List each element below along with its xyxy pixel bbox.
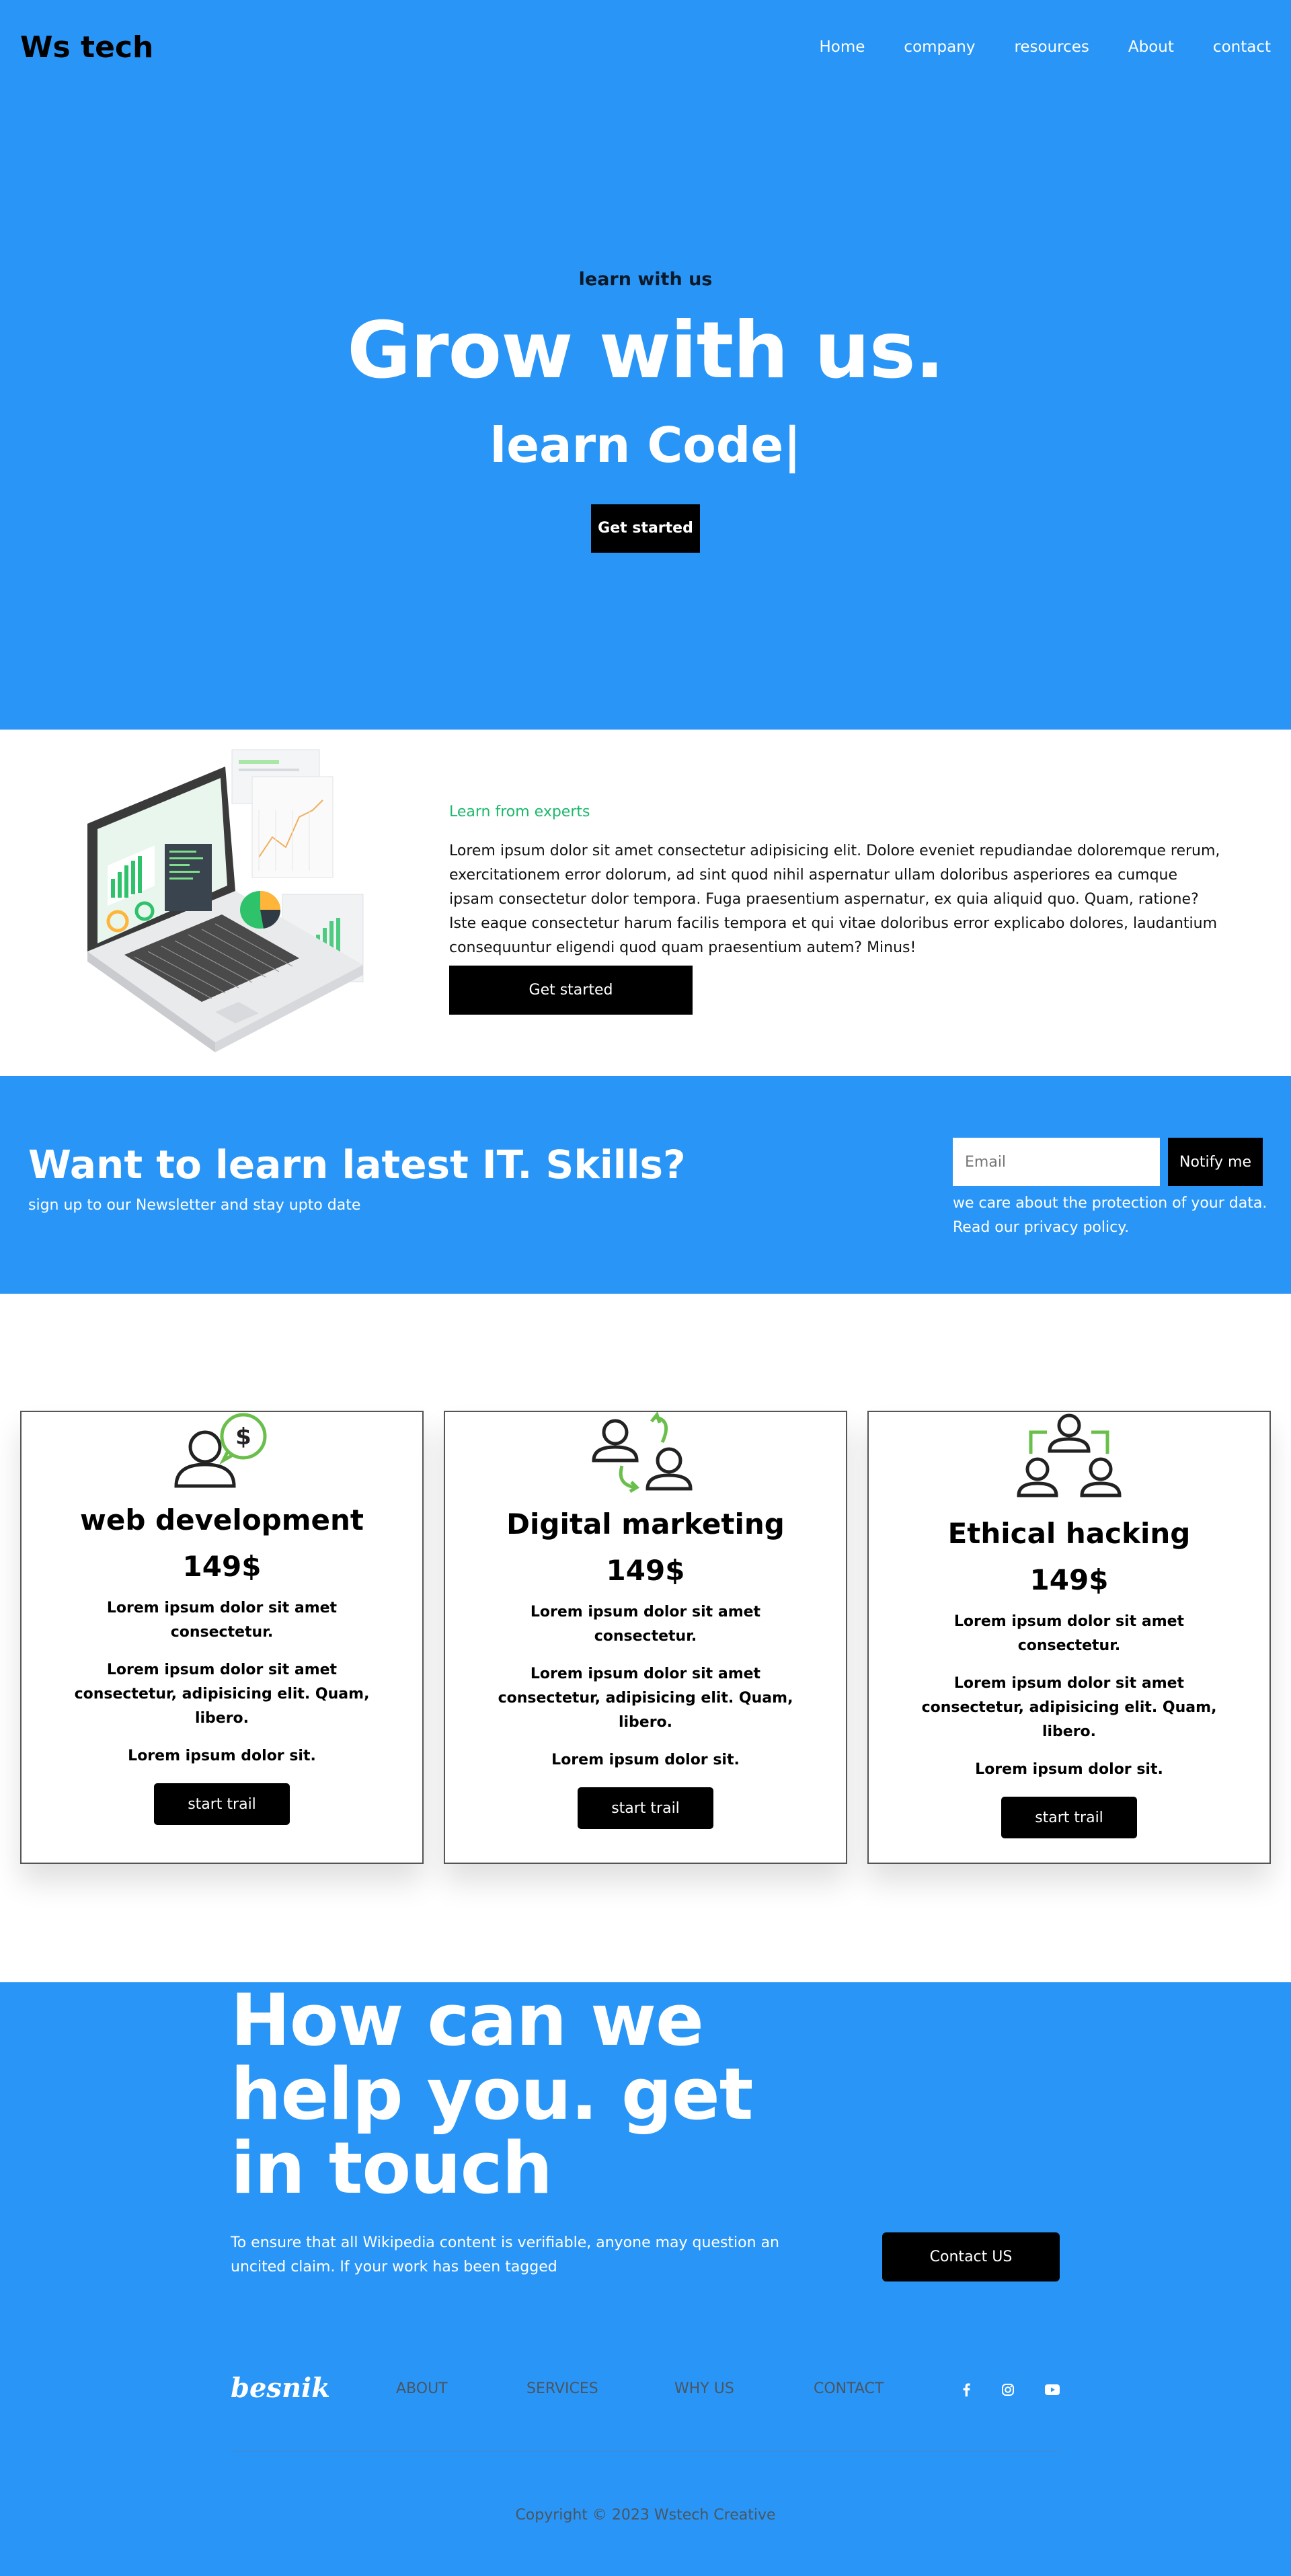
notify-me-button[interactable]: Notify me bbox=[1168, 1138, 1263, 1186]
course-price: 149$ bbox=[1029, 1563, 1109, 1596]
nav-link-contact[interactable]: contact bbox=[1213, 38, 1271, 56]
course-feature-1: Lorem ipsum dolor sit amet consectetur. bbox=[106, 1600, 338, 1641]
course-title: Digital marketing bbox=[506, 1508, 785, 1540]
privacy-note: we care about the protection of your dat… bbox=[953, 1192, 1276, 1240]
contact-text: To ensure that all Wikipedia content is … bbox=[231, 2234, 779, 2275]
course-feature-1: Lorem ipsum dolor sit amet consectetur. bbox=[530, 1604, 761, 1645]
nav-link-about[interactable]: About bbox=[1128, 38, 1174, 56]
about-section: Learn from experts Lorem ipsum dolor sit… bbox=[0, 730, 1291, 1076]
course-card-web-development: $ web development 149$ Lorem ipsum dolor… bbox=[20, 1411, 424, 1864]
laptop-dashboard-illustration bbox=[0, 730, 377, 1076]
course-feature-2: Lorem ipsum dolor sit amet consectetur, … bbox=[498, 1666, 793, 1731]
newsletter-title: Want to learn latest IT. Skills? bbox=[28, 1142, 686, 1187]
newsletter-subtitle: sign up to our Newsletter and stay upto … bbox=[28, 1197, 361, 1214]
course-card-digital-marketing: Digital marketing 149$ Lorem ipsum dolor… bbox=[444, 1411, 847, 1864]
start-trail-button[interactable]: start trail bbox=[154, 1783, 290, 1825]
top-nav: Ws tech Home company resources About con… bbox=[0, 0, 1291, 94]
course-price: 149$ bbox=[182, 1550, 262, 1583]
hero-get-started-button[interactable]: Get started bbox=[591, 504, 700, 553]
nav-links: Home company resources About contact bbox=[820, 38, 1272, 56]
copyright: Copyright © 2023 Wstech Creative bbox=[515, 2507, 776, 2524]
hero-typing-subtitle: learn Code| bbox=[490, 416, 801, 473]
course-feature-1: Lorem ipsum dolor sit amet consectetur. bbox=[953, 1613, 1185, 1654]
about-eyebrow: Learn from experts bbox=[449, 804, 590, 820]
nav-link-company[interactable]: company bbox=[904, 38, 975, 56]
hero-section: Ws tech Home company resources About con… bbox=[0, 0, 1291, 730]
about-text: Learn from experts Lorem ipsum dolor sit… bbox=[449, 804, 1222, 1015]
course-price: 149$ bbox=[606, 1554, 685, 1587]
about-body: Lorem ipsum dolor sit amet consectetur a… bbox=[449, 843, 1220, 956]
course-feature-2: Lorem ipsum dolor sit amet consectetur, … bbox=[74, 1662, 370, 1727]
course-card-ethical-hacking: Ethical hacking 149$ Lorem ipsum dolor s… bbox=[867, 1411, 1271, 1864]
newsletter-section: Want to learn latest IT. Skills? sign up… bbox=[0, 1076, 1291, 1294]
footer-link-contact[interactable]: CONTACT bbox=[814, 2380, 884, 2397]
course-feature-3: Lorem ipsum dolor sit. bbox=[551, 1752, 740, 1768]
footer-link-services[interactable]: SERVICES bbox=[526, 2380, 598, 2397]
footer-link-about[interactable]: ABOUT bbox=[396, 2380, 448, 2397]
start-trail-button[interactable]: start trail bbox=[1001, 1797, 1137, 1838]
instagram-icon[interactable] bbox=[999, 2380, 1017, 2399]
site-logo[interactable]: Ws tech bbox=[20, 30, 153, 65]
users-exchange-icon bbox=[445, 1412, 846, 1493]
contact-section: How can we help you. get in touch To ens… bbox=[0, 1982, 1291, 2576]
start-trail-button[interactable]: start trail bbox=[578, 1787, 713, 1829]
footer-link-why-us[interactable]: WHY US bbox=[674, 2380, 734, 2397]
course-feature-3: Lorem ipsum dolor sit. bbox=[975, 1761, 1163, 1778]
about-get-started-button[interactable]: Get started bbox=[449, 966, 693, 1015]
user-dollar-icon: $ bbox=[22, 1412, 422, 1489]
facebook-icon[interactable] bbox=[957, 2380, 976, 2399]
course-feature-3: Lorem ipsum dolor sit. bbox=[128, 1748, 316, 1764]
contact-title: How can we help you. get in touch bbox=[231, 1979, 753, 2210]
nav-link-home[interactable]: Home bbox=[820, 38, 865, 56]
svg-text:$: $ bbox=[235, 1423, 251, 1450]
course-title: Ethical hacking bbox=[947, 1517, 1191, 1550]
hero-title: Grow with us. bbox=[347, 305, 945, 396]
hero-eyebrow: learn with us bbox=[578, 269, 713, 290]
contact-us-button[interactable]: Contact US bbox=[882, 2232, 1060, 2281]
privacy-policy-link[interactable]: privacy policy. bbox=[1024, 1219, 1129, 1236]
course-title: web development bbox=[80, 1504, 364, 1536]
nav-link-resources[interactable]: resources bbox=[1014, 38, 1089, 56]
team-network-icon bbox=[869, 1412, 1269, 1502]
footer-logo[interactable]: besnik bbox=[231, 2372, 330, 2404]
hero-content: learn with us Grow with us. learn Code| … bbox=[0, 94, 1291, 553]
courses-section: $ web development 149$ Lorem ipsum dolor… bbox=[0, 1294, 1291, 1982]
course-feature-2: Lorem ipsum dolor sit amet consectetur, … bbox=[921, 1675, 1217, 1740]
footer-divider bbox=[231, 2451, 1060, 2452]
youtube-icon[interactable] bbox=[1043, 2380, 1062, 2399]
newsletter-email-input[interactable] bbox=[953, 1138, 1160, 1186]
